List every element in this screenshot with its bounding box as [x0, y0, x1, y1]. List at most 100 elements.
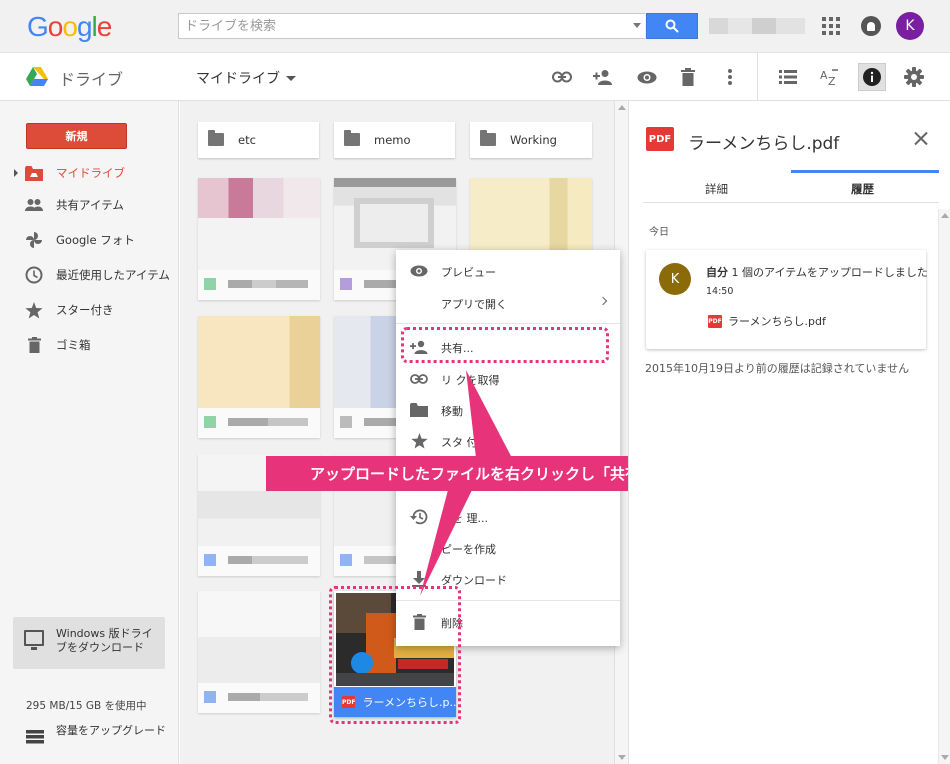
monitor-icon	[24, 630, 44, 650]
file-highlight-outline	[329, 586, 461, 724]
sidebar-item-trash[interactable]: ゴミ箱	[0, 333, 179, 357]
info-icon[interactable]	[858, 63, 886, 91]
menu-item-label: ピーを作成	[441, 543, 496, 556]
logo-letter: G	[27, 11, 49, 42]
download-drive-label: Windows 版ドライブをダウンロード	[56, 627, 153, 654]
search-options-chevron-icon[interactable]	[633, 23, 641, 28]
details-file-title: ラーメンちらし.pdf	[688, 134, 840, 154]
apps-grid-icon[interactable]	[822, 17, 840, 35]
menu-item-label: スタ 付ける	[441, 436, 500, 449]
sidebar-item-shared[interactable]: 共有アイテム	[0, 193, 179, 217]
logo-letter: o	[47, 11, 64, 42]
folder-item[interactable]: Working	[470, 122, 592, 158]
new-button[interactable]: 新規	[26, 123, 127, 149]
settings-gear-icon[interactable]	[902, 65, 926, 89]
sidebar-item-label: 最近使用したアイテム	[56, 268, 170, 282]
scroll-up-arrow-icon[interactable]	[618, 105, 626, 110]
activity-section-heading: 今日	[649, 227, 669, 238]
trash-icon[interactable]	[676, 65, 700, 89]
details-tabs: 詳細 履歴	[643, 171, 939, 203]
menu-item-get-link[interactable]: リ クを取得	[396, 364, 620, 394]
sidebar-item-starred[interactable]: スター付き	[0, 298, 179, 322]
menu-item-make-copy[interactable]: ピーを作成	[396, 533, 620, 563]
more-vert-icon[interactable]	[718, 65, 742, 89]
folder-item[interactable]: memo	[334, 122, 455, 158]
menu-item-manage-versions[interactable]: 版を 理...	[396, 502, 620, 532]
menu-item-move[interactable]: 移動	[396, 395, 620, 425]
history-icon	[410, 508, 428, 526]
pdf-file-icon: PDF	[708, 314, 722, 328]
logo-letter: e	[96, 11, 113, 42]
sidebar: 新規 マイドライブ 共有アイテム Google フォト 最近使用したアイテム ス…	[0, 101, 179, 764]
sort-az-icon[interactable]: AZ	[818, 65, 842, 89]
menu-item-label: アプリで開く	[441, 298, 507, 311]
folder-icon	[410, 401, 428, 419]
file-tile-blurred[interactable]	[198, 316, 320, 438]
menu-item-label: プレビュー	[441, 266, 496, 279]
search-input[interactable]	[179, 14, 619, 38]
search-box[interactable]	[178, 13, 645, 39]
folder-item[interactable]: etc	[198, 122, 319, 158]
sidebar-item-label: Google フォト	[56, 233, 135, 247]
menu-divider	[396, 323, 620, 324]
activity-action: 1 個のアイテムをアップロードしました	[728, 266, 928, 279]
activity-card[interactable]: K 自分 1 個のアイテムをアップロードしました 14:50 PDF ラーメンち…	[646, 250, 928, 349]
toolbar-divider	[757, 53, 758, 101]
location-label: マイドライブ	[196, 71, 280, 87]
expand-arrow-icon[interactable]	[14, 169, 18, 177]
clock-icon	[25, 266, 43, 284]
drive-toolbar: ドライブ マイドライブ AZ	[0, 53, 950, 101]
menu-item-open-with[interactable]: アプリで開く	[396, 288, 620, 318]
download-drive-for-windows[interactable]: Windows 版ドライブをダウンロード	[13, 617, 165, 669]
preview-eye-icon[interactable]	[635, 65, 659, 89]
scroll-down-arrow-icon[interactable]	[618, 755, 626, 760]
sidebar-item-google-photos[interactable]: Google フォト	[0, 228, 179, 252]
close-icon[interactable]	[911, 129, 931, 149]
notifications-bell-icon[interactable]	[861, 16, 881, 36]
menu-item-label: 移動	[441, 405, 463, 418]
svg-text:A: A	[820, 69, 828, 82]
menu-item-preview[interactable]: プレビュー	[396, 256, 620, 286]
search-button[interactable]	[646, 13, 698, 39]
menu-item-add-star[interactable]: スタ 付ける	[396, 426, 620, 456]
activity-time: 14:50	[706, 286, 734, 297]
sidebar-item-label: 共有アイテム	[56, 198, 124, 212]
activity-actor: 自分	[706, 266, 728, 279]
file-tile-blurred[interactable]	[198, 178, 320, 300]
photos-pinwheel-icon	[25, 231, 43, 249]
file-tile-blurred[interactable]	[198, 591, 320, 713]
sidebar-item-recent[interactable]: 最近使用したアイテム	[0, 263, 179, 287]
activity-file-link[interactable]: PDF ラーメンちらし.pdf	[708, 313, 826, 329]
account-avatar[interactable]: K	[896, 12, 924, 40]
folder-name: Working	[510, 133, 557, 147]
submenu-chevron-right-icon	[598, 296, 608, 306]
logo-letter: g	[76, 11, 93, 42]
drive-logo-icon[interactable]	[26, 67, 48, 87]
history-note: 2015年10月19日より前の履歴は記録されていません	[645, 362, 910, 375]
sidebar-item-label: ゴミ箱	[56, 338, 91, 352]
app-title[interactable]: ドライブ	[59, 66, 123, 90]
list-view-icon[interactable]	[776, 65, 800, 89]
tab-activity[interactable]: 履歴	[851, 181, 874, 197]
activity-description: 自分 1 個のアイテムをアップロードしました	[706, 264, 928, 280]
search-icon	[665, 19, 679, 33]
sidebar-item-my-drive[interactable]: マイドライブ	[0, 161, 179, 185]
folder-icon	[344, 130, 360, 146]
location-dropdown[interactable]: マイドライブ	[196, 68, 296, 88]
link-icon[interactable]	[550, 65, 574, 89]
folder-icon	[208, 130, 224, 146]
account-name-blurred	[709, 18, 805, 34]
link-icon	[410, 370, 428, 388]
details-scrollbar[interactable]	[938, 209, 950, 764]
active-tab-indicator	[791, 170, 939, 173]
storage-quota: 295 MB/15 GB を使用中	[26, 700, 147, 712]
top-bar: Google K	[0, 0, 950, 53]
pdf-file-icon: PDF	[646, 127, 674, 151]
google-logo[interactable]: Google	[27, 11, 113, 43]
storage-stack-icon	[26, 730, 44, 744]
tab-details[interactable]: 詳細	[705, 181, 728, 197]
add-person-icon[interactable]	[591, 65, 615, 89]
star-icon	[25, 301, 43, 319]
my-drive-icon	[25, 164, 43, 182]
caret-down-icon	[286, 75, 296, 81]
